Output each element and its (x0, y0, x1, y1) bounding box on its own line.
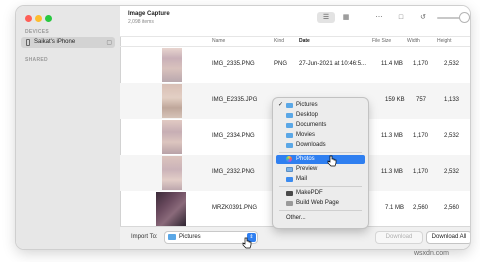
menu-separator (279, 152, 362, 153)
list-view-icon[interactable]: ☰ (317, 12, 335, 23)
minimize-window-button[interactable] (35, 15, 42, 22)
column-date[interactable]: Date (299, 38, 310, 44)
preview-icon (286, 167, 293, 172)
watermark: wsxdn.com (414, 250, 450, 257)
column-kind[interactable]: Kind (274, 38, 284, 44)
thumbnail (162, 156, 182, 190)
menu-item-movies[interactable]: Movies (276, 131, 365, 140)
rotate-icon[interactable]: ↺ (414, 12, 432, 23)
bottom-bar: Import To: Pictures ⇕ Download Download … (120, 226, 470, 249)
makepdf-icon (286, 191, 293, 196)
menu-separator (279, 210, 362, 211)
lock-icon: ▢ (106, 40, 112, 46)
menu-separator (279, 186, 362, 187)
folder-icon (286, 133, 293, 138)
item-count: 2,098 items (128, 19, 154, 25)
sidebar-item-iphone[interactable]: Saikat's iPhone ▢ (21, 37, 115, 48)
grid-view-icon[interactable]: ▦ (337, 12, 355, 23)
download-all-button[interactable]: Download All (427, 232, 470, 243)
checkmark-icon: ✓ (278, 102, 284, 108)
trash-icon[interactable]: □ (392, 12, 410, 23)
menu-item-photos[interactable]: Photos (276, 155, 365, 164)
sidebar: DEVICES Saikat's iPhone ▢ SHARED (16, 6, 121, 249)
column-height[interactable]: Height (437, 38, 451, 44)
menu-item-other[interactable]: Other... (276, 214, 365, 223)
folder-icon (286, 123, 293, 128)
column-width[interactable]: Width (407, 38, 420, 44)
folder-icon (286, 143, 293, 148)
window-title: Image Capture (128, 11, 170, 17)
menu-item-makepdf[interactable]: MakePDF (276, 189, 365, 198)
device-name: Saikat's iPhone (34, 39, 76, 45)
table-header: Name Kind Date File Size Width Height (120, 36, 470, 47)
folder-icon (286, 103, 293, 108)
web-page-icon (286, 201, 293, 206)
thumbnail (162, 84, 182, 118)
menu-item-downloads[interactable]: Downloads (276, 141, 365, 150)
hand-cursor-icon (327, 155, 337, 167)
import-destination-menu: ✓ Pictures Desktop Documents Movies Down… (273, 98, 368, 228)
menu-item-mail[interactable]: Mail (276, 175, 365, 184)
column-file-size[interactable]: File Size (372, 38, 391, 44)
image-capture-window: DEVICES Saikat's iPhone ▢ SHARED Image C… (16, 6, 470, 249)
slider-knob[interactable] (460, 13, 469, 22)
menu-item-preview[interactable]: Preview (276, 165, 365, 174)
close-window-button[interactable] (25, 15, 32, 22)
toolbar: Image Capture 2,098 items ☰ ▦ ⋯ □ ↺ (120, 6, 470, 37)
menu-item-documents[interactable]: Documents (276, 121, 365, 130)
menu-item-build-web-page[interactable]: Build Web Page (276, 199, 365, 208)
devices-heading: DEVICES (25, 29, 50, 35)
mail-icon (286, 177, 293, 182)
folder-icon (168, 234, 176, 240)
column-name[interactable]: Name (212, 38, 225, 44)
more-options-icon[interactable]: ⋯ (370, 12, 388, 23)
thumbnail (156, 192, 186, 226)
menu-item-pictures[interactable]: ✓ Pictures (276, 101, 365, 110)
folder-icon (286, 113, 293, 118)
zoom-window-button[interactable] (45, 15, 52, 22)
shared-heading: SHARED (25, 57, 48, 63)
import-to-label: Import To: (131, 234, 158, 240)
download-button[interactable]: Download (376, 232, 422, 243)
photos-icon (286, 156, 292, 162)
thumbnail (162, 48, 182, 82)
import-destination-value: Pictures (179, 234, 201, 240)
iphone-icon (26, 39, 30, 46)
table-row[interactable]: IMG_2335.PNG PNG 27-Jun-2021 at 10:46:5.… (120, 47, 470, 83)
menu-item-desktop[interactable]: Desktop (276, 111, 365, 120)
hand-cursor-icon (242, 237, 252, 249)
thumbnail (162, 120, 182, 154)
